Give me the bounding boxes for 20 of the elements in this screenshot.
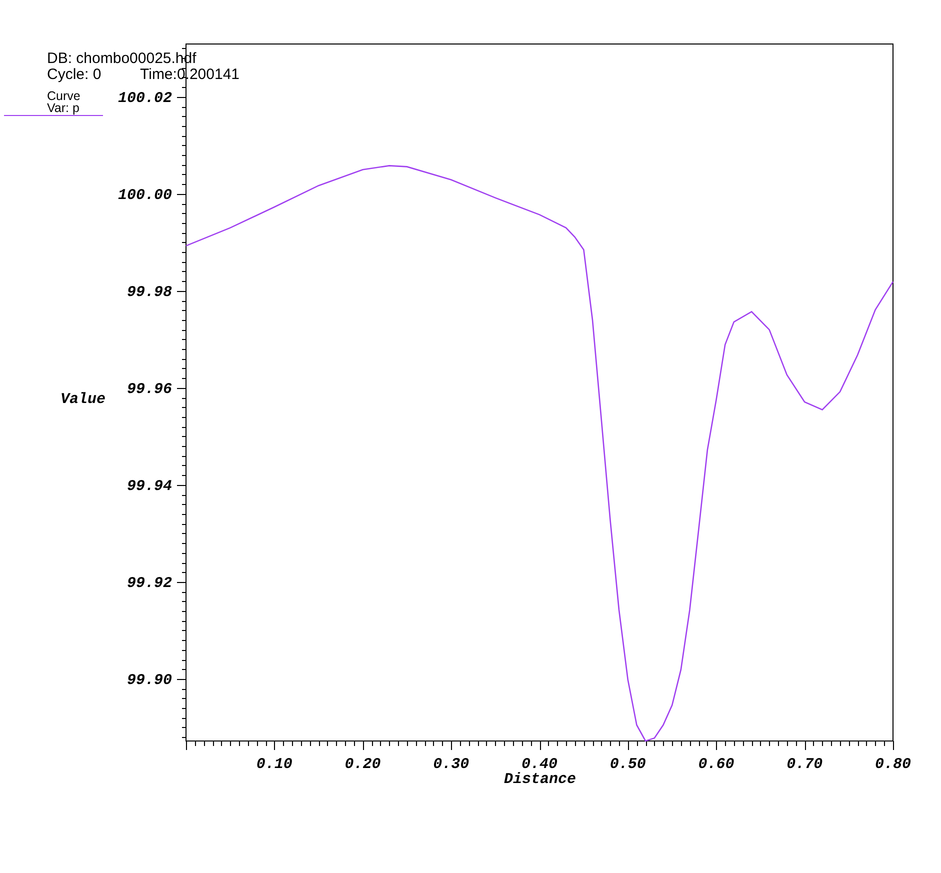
y-axis-title: Value [60, 391, 106, 408]
y-tick-label: 99.92 [126, 574, 172, 592]
y-tick-label: 99.96 [126, 380, 172, 398]
x-tick-label: 0.50 [610, 756, 646, 773]
legend-title: Curve [47, 89, 80, 103]
x-tick-label: 0.60 [698, 756, 734, 773]
y-tick-label: 99.98 [126, 284, 172, 301]
x-axis-title: Distance [504, 771, 576, 788]
cycle-label: Cycle: 0 [47, 66, 102, 83]
x-tick-label: 0.40 [522, 756, 558, 773]
x-tick-label: 0.10 [256, 756, 292, 773]
y-tick-label: 100.02 [118, 90, 172, 107]
y-tick-label: 100.00 [118, 186, 172, 204]
x-tick-label: 0.80 [875, 756, 911, 773]
legend-variable: Var: p [47, 101, 80, 115]
x-tick-label: 0.20 [344, 756, 381, 773]
x-tick-label: 0.30 [433, 756, 470, 773]
x-tick-label: 0.70 [786, 756, 823, 773]
y-tick-label: 99.90 [126, 672, 172, 689]
y-tick-label: 99.94 [126, 478, 172, 495]
